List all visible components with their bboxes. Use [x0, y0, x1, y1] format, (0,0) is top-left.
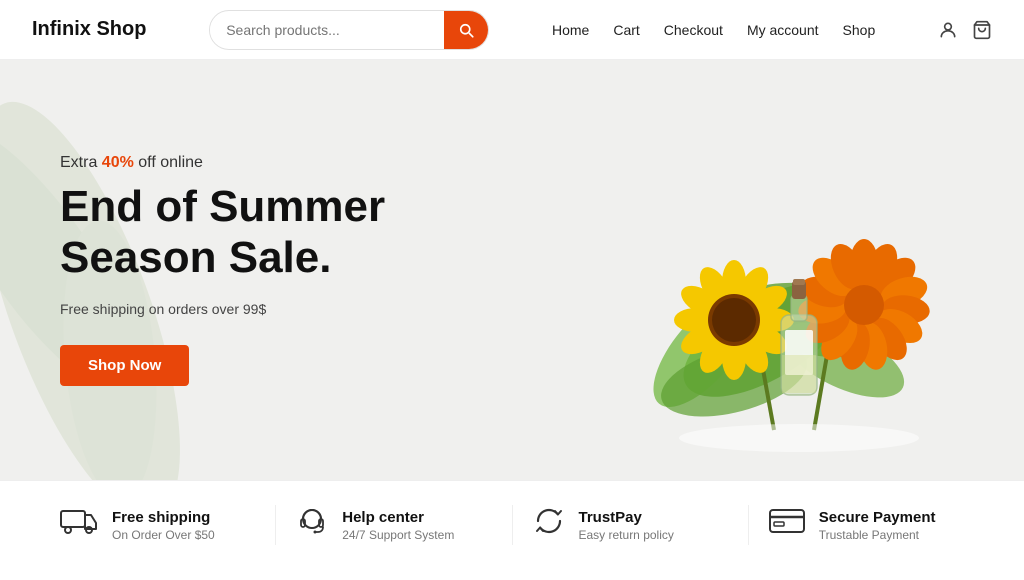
nav-checkout[interactable]: Checkout: [664, 22, 723, 38]
main-nav: Home Cart Checkout My account Shop: [552, 22, 875, 38]
card-icon: [769, 507, 805, 543]
site-logo: Infinix Shop: [32, 18, 146, 41]
feature-help-center-subtitle: 24/7 Support System: [342, 528, 454, 542]
hero-discount: 40%: [102, 154, 134, 171]
hero-subtitle: Extra 40% off online: [60, 154, 385, 172]
hero-title: End of Summer Season Sale.: [60, 182, 385, 283]
nav-home[interactable]: Home: [552, 22, 589, 38]
feature-free-shipping-text: Free shipping On Order Over $50: [112, 509, 215, 542]
headset-icon: [296, 505, 328, 545]
site-header: Infinix Shop Home Cart Checkout My accou…: [0, 0, 1024, 60]
user-icon[interactable]: [938, 20, 958, 40]
feature-help-center: Help center 24/7 Support System: [276, 505, 512, 545]
search-icon: [457, 21, 475, 39]
feature-secure-payment: Secure Payment Trustable Payment: [749, 505, 984, 545]
feature-trustpay-text: TrustPay Easy return policy: [579, 509, 674, 542]
feature-trustpay: TrustPay Easy return policy: [513, 505, 749, 545]
nav-shop[interactable]: Shop: [843, 22, 876, 38]
search-input[interactable]: [210, 14, 444, 46]
feature-free-shipping-subtitle: On Order Over $50: [112, 528, 215, 542]
feature-secure-payment-text: Secure Payment Trustable Payment: [819, 509, 936, 542]
feature-trustpay-subtitle: Easy return policy: [579, 528, 674, 542]
nav-myaccount[interactable]: My account: [747, 22, 819, 38]
feature-help-center-text: Help center 24/7 Support System: [342, 509, 454, 542]
truck-icon: [60, 507, 98, 543]
feature-help-center-title: Help center: [342, 509, 454, 526]
refresh-icon: [533, 505, 565, 545]
search-button[interactable]: [444, 11, 488, 49]
cart-icon[interactable]: [972, 20, 992, 40]
nav-cart[interactable]: Cart: [613, 22, 639, 38]
feature-secure-payment-title: Secure Payment: [819, 509, 936, 526]
feature-free-shipping: Free shipping On Order Over $50: [40, 505, 276, 545]
hero-content: Extra 40% off online End of Summer Seaso…: [0, 154, 385, 386]
hero-section: Extra 40% off online End of Summer Seaso…: [0, 60, 1024, 480]
features-strip: Free shipping On Order Over $50 Help cen…: [0, 480, 1024, 569]
header-icons: [938, 20, 992, 40]
search-bar: [209, 10, 489, 50]
feature-free-shipping-title: Free shipping: [112, 509, 215, 526]
feature-trustpay-title: TrustPay: [579, 509, 674, 526]
hero-image: [461, 60, 1024, 480]
feature-secure-payment-subtitle: Trustable Payment: [819, 528, 936, 542]
shop-now-button[interactable]: Shop Now: [60, 345, 189, 386]
hero-shipping-text: Free shipping on orders over 99$: [60, 301, 385, 317]
